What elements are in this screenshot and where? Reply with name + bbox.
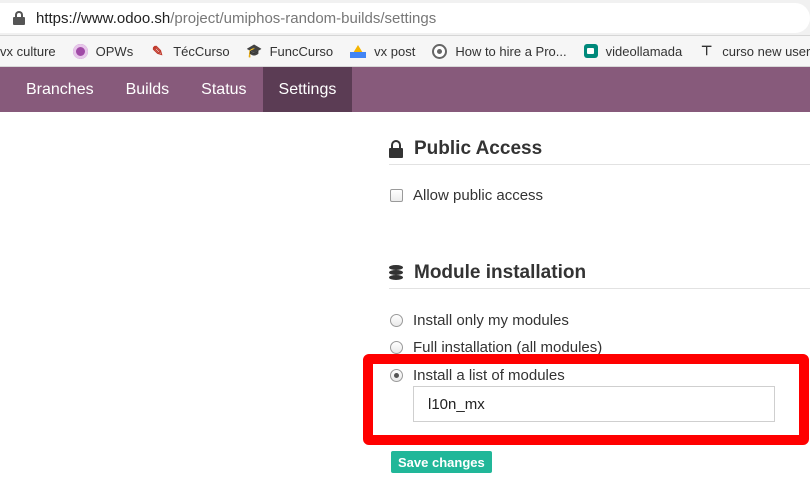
bookmark-label: OPWs — [95, 43, 134, 59]
tab-branches[interactable]: Branches — [0, 67, 110, 112]
bookmark-label: FuncCurso — [269, 43, 334, 59]
curso-icon: ⊤ — [701, 43, 713, 58]
bookmark-teccurso[interactable]: ✎ TécCurso — [150, 42, 230, 59]
tab-builds[interactable]: Builds — [110, 67, 186, 112]
bookmark-label: curso new user — [722, 43, 810, 59]
install-list-label: Install a list of modules — [413, 367, 565, 384]
meet-icon — [583, 44, 598, 58]
url-domain: https://www.odoo.sh — [36, 9, 171, 27]
full-installation-label: Full installation (all modules) — [413, 339, 603, 356]
url-path: /project/umiphos-random-builds/settings — [170, 9, 437, 27]
tab-status[interactable]: Status — [185, 67, 262, 112]
bookmark-vx-post[interactable]: vx post — [350, 44, 415, 59]
install-list-option[interactable]: Install a list of modules — [390, 367, 565, 384]
project-nav: Branches Builds Status Settings — [0, 67, 810, 112]
allow-public-access-label: Allow public access — [413, 187, 544, 204]
browser-address-bar: https://www.odoo.sh/project/umiphos-rand… — [0, 0, 810, 36]
install-list-radio[interactable] — [390, 369, 403, 382]
bookmark-funccurso[interactable]: 🎓 FuncCurso — [245, 43, 334, 59]
install-my-modules-option[interactable]: Install only my modules — [390, 312, 569, 329]
database-icon — [389, 265, 403, 281]
bookmark-curso-new-user[interactable]: ⊤ curso new user — [699, 43, 810, 59]
bookmark-label: videollamada — [605, 43, 683, 59]
bookmark-how-to-hire[interactable]: How to hire a Pro... — [432, 43, 567, 59]
public-access-title: Public Access — [414, 138, 543, 159]
install-my-modules-label: Install only my modules — [413, 312, 569, 329]
bookmark-vx-culture[interactable]: vx culture — [0, 44, 56, 59]
hire-icon — [432, 43, 448, 59]
public-access-heading: Public Access — [389, 138, 542, 160]
bookmarks-bar: vx culture OPWs ✎ TécCurso 🎓 FuncCurso v… — [0, 36, 810, 67]
bookmark-label: vx culture — [0, 43, 56, 59]
allow-public-access-checkbox[interactable] — [390, 189, 403, 202]
bookmark-label: TécCurso — [173, 43, 230, 59]
tec-icon: ✎ — [151, 42, 164, 59]
divider — [389, 288, 810, 289]
module-installation-heading: Module installation — [389, 262, 586, 284]
tab-settings[interactable]: Settings — [262, 67, 353, 112]
save-changes-button[interactable]: Save changes — [391, 451, 492, 473]
opws-icon — [72, 43, 88, 59]
full-installation-radio[interactable] — [390, 341, 403, 354]
lock-icon — [389, 140, 403, 158]
graduation-cap-icon: 🎓 — [245, 43, 263, 58]
bookmark-opws[interactable]: OPWs — [72, 43, 134, 59]
bookmark-label: vx post — [374, 43, 416, 59]
drive-icon — [350, 44, 367, 58]
module-installation-title: Module installation — [414, 262, 587, 283]
full-installation-option[interactable]: Full installation (all modules) — [390, 339, 602, 356]
lock-icon — [13, 11, 25, 25]
divider — [389, 164, 810, 165]
modules-list-input[interactable] — [413, 386, 775, 422]
url-field[interactable]: https://www.odoo.sh/project/umiphos-rand… — [0, 3, 810, 33]
allow-public-access-option[interactable]: Allow public access — [390, 187, 543, 204]
bookmark-videollamada[interactable]: videollamada — [583, 43, 683, 59]
bookmark-label: How to hire a Pro... — [455, 43, 567, 59]
install-my-modules-radio[interactable] — [390, 314, 403, 327]
